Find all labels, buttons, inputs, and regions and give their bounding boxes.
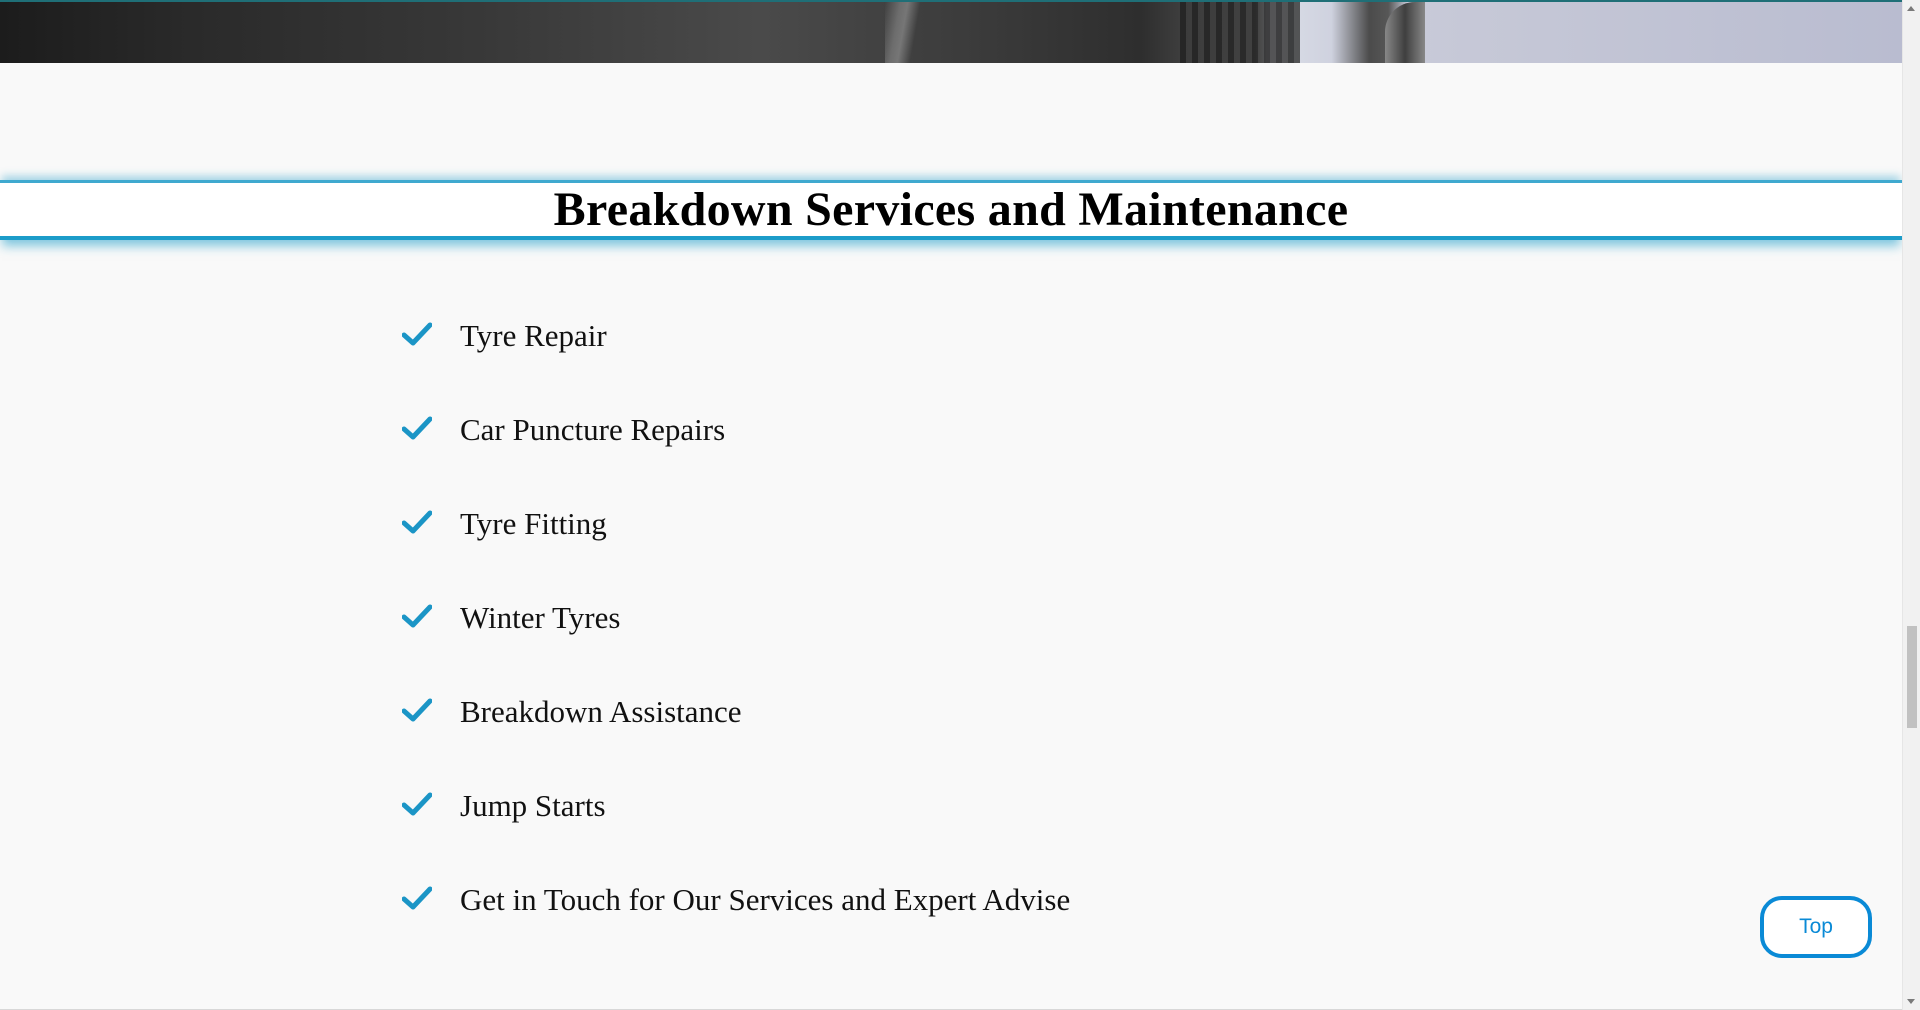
section-heading-band: Breakdown Services and Maintenance [0, 180, 1902, 240]
scroll-down-icon[interactable] [1907, 999, 1915, 1004]
service-item: Jump Starts [402, 758, 1070, 852]
check-icon [402, 886, 432, 910]
car-pillar [1385, 2, 1425, 63]
service-list: Tyre Repair Car Puncture Repairs Tyre Fi… [402, 288, 1070, 946]
back-to-top-button[interactable]: Top [1760, 896, 1872, 958]
service-label: Tyre Repair [460, 317, 607, 353]
check-icon [402, 416, 432, 440]
check-icon [402, 322, 432, 346]
service-item: Tyre Repair [402, 288, 1070, 382]
road-marking [885, 2, 925, 63]
tyre-image [1180, 2, 1300, 63]
vertical-scrollbar[interactable] [1902, 0, 1920, 1010]
check-icon [402, 792, 432, 816]
page: Breakdown Services and Maintenance Tyre … [0, 0, 1920, 1010]
service-item: Winter Tyres [402, 570, 1070, 664]
check-icon [402, 698, 432, 722]
service-label: Car Puncture Repairs [460, 411, 726, 447]
scroll-thumb[interactable] [1907, 626, 1917, 728]
service-item: Tyre Fitting [402, 476, 1070, 570]
scroll-up-icon[interactable] [1907, 6, 1915, 11]
service-label: Jump Starts [460, 787, 606, 823]
check-icon [402, 510, 432, 534]
service-label: Tyre Fitting [460, 505, 607, 541]
check-icon [402, 604, 432, 628]
service-label: Get in Touch for Our Services and Expert… [460, 881, 1071, 917]
service-item: Get in Touch for Our Services and Expert… [402, 852, 1070, 946]
service-item: Breakdown Assistance [402, 664, 1070, 758]
section-title: Breakdown Services and Maintenance [553, 183, 1349, 236]
service-label: Winter Tyres [460, 599, 621, 635]
service-item: Car Puncture Repairs [402, 382, 1070, 476]
hero-image [0, 0, 1902, 63]
service-label: Breakdown Assistance [460, 693, 742, 729]
